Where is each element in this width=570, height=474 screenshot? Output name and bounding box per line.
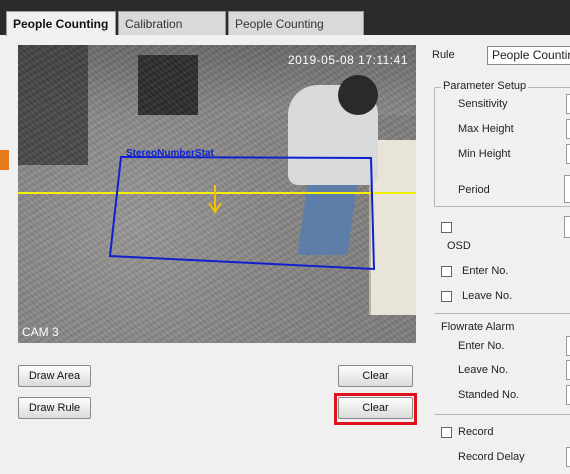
alarm-leave-no-input[interactable] bbox=[566, 360, 570, 380]
draw-area-button[interactable]: Draw Area bbox=[18, 365, 91, 387]
detection-overlay[interactable] bbox=[18, 45, 416, 343]
min-height-label: Min Height bbox=[458, 148, 511, 160]
record-label: Record bbox=[458, 426, 494, 438]
osd-label: OSD bbox=[447, 240, 471, 252]
camera-label: CAM 3 bbox=[22, 325, 59, 339]
record-delay-label: Record Delay bbox=[458, 451, 525, 463]
record-checkbox[interactable] bbox=[441, 427, 452, 438]
alarm-standed-no-label: Standed No. bbox=[458, 389, 520, 401]
tab-people-counting-report[interactable]: People Counting Report bbox=[228, 11, 364, 55]
rule-select[interactable]: People Countin bbox=[487, 46, 570, 65]
alarm-standed-no-input[interactable] bbox=[566, 385, 570, 405]
parameter-setup-legend: Parameter Setup bbox=[441, 80, 529, 92]
enter-no-label: Enter No. bbox=[462, 265, 509, 277]
osd-checkbox[interactable] bbox=[441, 222, 452, 233]
rule-label: Rule bbox=[432, 49, 455, 61]
rule-name-overlay: StereoNumberStat bbox=[126, 148, 214, 159]
max-height-input[interactable] bbox=[566, 119, 570, 139]
min-height-input[interactable] bbox=[566, 144, 570, 164]
video-preview[interactable]: 2019-05-08 17:11:41 CAM 3 StereoNumberSt… bbox=[18, 45, 416, 343]
separator-2 bbox=[434, 414, 570, 415]
osd-button[interactable] bbox=[564, 216, 570, 238]
record-delay-input[interactable] bbox=[566, 447, 570, 467]
clear-area-button[interactable]: Clear bbox=[338, 365, 413, 387]
tab-people-counting[interactable]: People Counting bbox=[6, 11, 116, 36]
leave-no-label: Leave No. bbox=[462, 290, 513, 302]
alarm-leave-no-label: Leave No. bbox=[458, 364, 509, 376]
orange-side-marker bbox=[0, 150, 9, 170]
tab-calibration-config[interactable]: Calibration Config bbox=[118, 11, 226, 55]
max-height-label: Max Height bbox=[458, 123, 514, 135]
separator-1 bbox=[434, 313, 570, 314]
alarm-enter-no-label: Enter No. bbox=[458, 340, 505, 352]
alarm-enter-no-input[interactable] bbox=[566, 336, 570, 356]
leave-no-checkbox[interactable] bbox=[441, 291, 452, 302]
period-label: Period bbox=[458, 184, 490, 196]
tab-bar: People Counting Calibration Config Peopl… bbox=[0, 11, 570, 55]
timestamp-overlay: 2019-05-08 17:11:41 bbox=[287, 53, 408, 67]
top-bar bbox=[0, 0, 570, 11]
draw-rule-button[interactable]: Draw Rule bbox=[18, 397, 91, 419]
period-button[interactable] bbox=[564, 175, 570, 203]
detection-area[interactable] bbox=[108, 155, 376, 271]
sensitivity-label: Sensitivity bbox=[458, 98, 508, 110]
highlight-box bbox=[334, 393, 417, 425]
enter-no-checkbox[interactable] bbox=[441, 266, 452, 277]
flowrate-alarm-label: Flowrate Alarm bbox=[441, 321, 515, 333]
sensitivity-input[interactable] bbox=[566, 94, 570, 114]
